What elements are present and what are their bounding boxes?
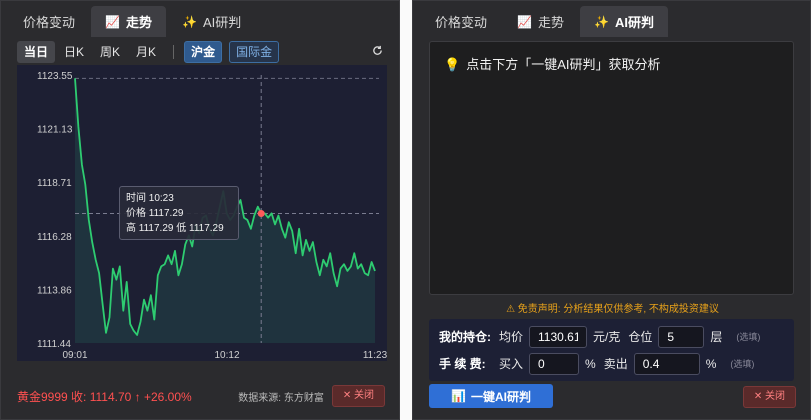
holding-row: 我的持仓: 均价 元/克 仓位 层 (选填) (439, 323, 784, 350)
holding-label: 我的持仓: (439, 330, 491, 344)
ai-prompt-text: 点击下方「一键AI研判」获取分析 (466, 57, 661, 72)
tooltip-price: 价格 1117.29 (126, 208, 184, 219)
period-monthly-k[interactable]: 月K (129, 41, 163, 63)
tab-label: AI研判 (202, 15, 242, 30)
disclaimer: ⚠ 免责声明: 分析结果仅供参考, 不构成投资建议 (506, 304, 719, 315)
price-chart[interactable]: 1123.55 1121.13 1118.71 1116.28 1113.86 1111.… (17, 65, 387, 361)
avg-price-unit: 元/克 (593, 330, 621, 344)
tab-ai-analysis[interactable]: ✨ AI研判 (579, 6, 668, 37)
position-input[interactable] (658, 325, 705, 348)
close-button[interactable]: ✕ 关闭 (331, 385, 385, 407)
y-tick-label: 1118.71 (37, 178, 72, 189)
fee-row: 手 续 费: 买入 % 卖出 % (选填) (439, 350, 784, 377)
sell-fee-unit: % (705, 356, 717, 371)
period-weekly-k[interactable]: 周K (93, 41, 127, 63)
ai-panel: 价格变动 📈 走势 ✨ AI研判 💡 点击下方「一键AI研判」获取分析 ⚠ 免责声… (412, 0, 811, 420)
y-tick-label: 1113.86 (37, 285, 72, 296)
chart-tooltip: 时间 10:23 价格 1117.29 高 1117.29 低 1117.29 (119, 186, 239, 240)
gold-price-summary: 黄金9999 收: 1114.70 ↑ +26.00% (17, 389, 192, 404)
tab-label: 走势 (537, 15, 564, 30)
tab-trend[interactable]: 📈 走势 (91, 6, 166, 37)
chart-icon: 📈 (105, 14, 120, 29)
ai-analyze-label: 一键AI研判 (470, 389, 531, 404)
optional-hint: (选填) (736, 332, 761, 342)
sell-fee-label: 卖出 (603, 357, 628, 371)
avg-price-input[interactable] (529, 325, 588, 348)
left-tabbar: 价格变动 📈 走势 ✨ AI研判 (1, 1, 399, 37)
x-tick-label: 10:12 (214, 350, 239, 361)
position-unit: 层 (710, 330, 723, 344)
background-strip (400, 0, 412, 420)
period-daily-k[interactable]: 日K (57, 41, 91, 63)
left-footer: 黄金9999 收: 1114.70 ↑ +26.00% 数据来源: 东方财富 ✕… (17, 385, 385, 407)
tab-price-change[interactable]: 价格变动 (9, 6, 89, 37)
buy-fee-input[interactable] (529, 352, 580, 375)
tab-ai-analysis[interactable]: ✨ AI研判 (168, 6, 255, 37)
y-tick-label: 1116.28 (37, 232, 72, 243)
chart-icon: 📈 (517, 14, 532, 29)
market-shanghai-gold[interactable]: 沪金 (184, 41, 223, 63)
tooltip-range: 高 1117.29 低 1117.29 (126, 223, 224, 234)
sparkle-icon: ✨ (181, 14, 197, 29)
x-tick-label: 11:23 (363, 350, 387, 361)
sell-fee-input[interactable] (633, 352, 700, 375)
data-source: 数据来源: 东方财富 (238, 392, 324, 404)
highlight-point (257, 210, 265, 218)
market-international-gold[interactable]: 国际金 (229, 41, 280, 63)
holding-form: 我的持仓: 均价 元/克 仓位 层 (选填) 手 续 费: 买入 % 卖出 % … (429, 319, 794, 381)
position-label: 仓位 (628, 330, 653, 344)
x-tick-label: 09:01 (62, 350, 87, 361)
optional-hint: (选填) (730, 359, 755, 369)
fee-label: 手 续 费: (439, 357, 486, 371)
ai-analyze-button[interactable]: 📊 一键AI研判 (429, 384, 553, 408)
divider (173, 45, 175, 59)
buy-fee-unit: % (585, 356, 596, 371)
close-button[interactable]: ✕ 关闭 (742, 386, 796, 408)
sparkle-icon: ✨ (593, 14, 609, 29)
refresh-icon[interactable] (372, 45, 383, 59)
buy-fee-label: 买入 (499, 357, 524, 371)
period-intraday[interactable]: 当日 (17, 41, 56, 63)
ai-result-area: 💡 点击下方「一键AI研判」获取分析 (429, 41, 794, 295)
tab-label: 价格变动 (23, 15, 76, 30)
y-tick-label: 1123.55 (37, 71, 73, 82)
y-tick-label: 1111.44 (37, 339, 71, 350)
period-toolbar: 当日 日K 周K 月K 沪金 国际金 (1, 37, 399, 67)
tooltip-time: 时间 10:23 (126, 193, 174, 204)
trend-panel: 价格变动 📈 走势 ✨ AI研判 当日 日K 周K 月K 沪金 国际金 1123… (0, 0, 400, 420)
tab-price-change[interactable]: 价格变动 (421, 6, 501, 37)
tab-trend[interactable]: 📈 走势 (503, 6, 578, 37)
lightbulb-icon: 💡 (444, 57, 461, 72)
right-tabbar: 价格变动 📈 走势 ✨ AI研判 (413, 1, 810, 37)
tab-label: 价格变动 (435, 15, 488, 30)
chart-icon: 📊 (451, 389, 466, 403)
y-tick-label: 1121.13 (37, 125, 73, 136)
tab-label: 走势 (125, 15, 152, 30)
avg-price-label: 均价 (499, 330, 524, 344)
tab-label: AI研判 (614, 15, 654, 30)
